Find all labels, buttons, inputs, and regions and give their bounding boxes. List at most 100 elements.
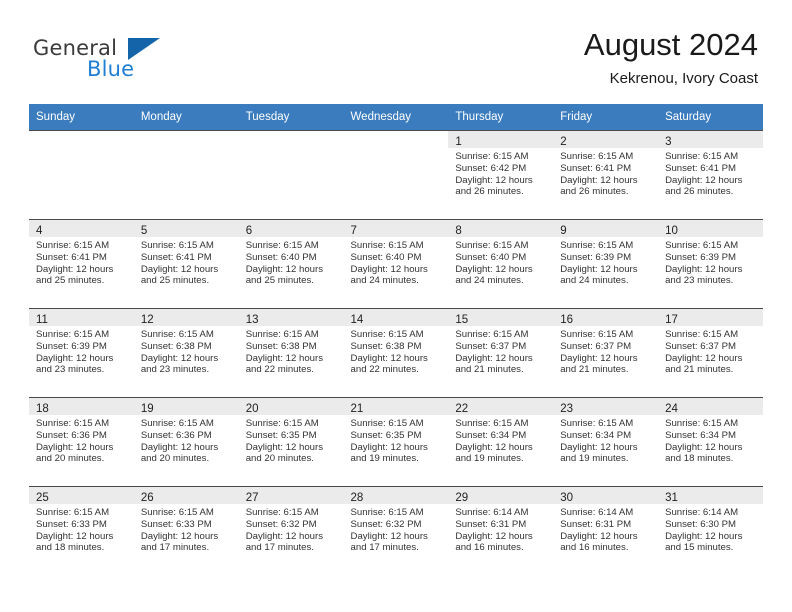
calendar-cell: 27 Sunrise: 6:15 AM Sunset: 6:32 PM Dayligh… xyxy=(238,486,344,575)
sunrise-text: Sunrise: 6:15 AM xyxy=(560,329,634,340)
calendar-day-4[interactable]: 4 Sunrise: 6:15 AM Sunset: 6:41 PM Daylight… xyxy=(29,219,134,308)
sunset-text: Sunset: 6:39 PM xyxy=(560,251,632,263)
day-details: Sunrise: 6:15 AM Sunset: 6:35 PM Daylight:… xyxy=(239,415,344,465)
calendar-day-7[interactable]: 7 Sunrise: 6:15 AM Sunset: 6:40 PM Daylight… xyxy=(343,219,449,308)
calendar-day-11[interactable]: 11 Sunrise: 6:15 AM Sunset: 6:39 PM Dayligh… xyxy=(29,308,134,397)
calendar-day-31[interactable]: 31 Sunrise: 6:14 AM Sunset: 6:30 PM Dayligh… xyxy=(658,486,763,575)
calendar-day-25[interactable]: 25 Sunrise: 6:15 AM Sunset: 6:33 PM Dayligh… xyxy=(29,486,134,575)
sunset-text: Sunset: 6:35 PM xyxy=(245,429,317,441)
daylight-text-line2: and 25 minutes. xyxy=(245,275,314,287)
day-number-bar: 2 xyxy=(553,131,659,148)
day-number: 10 xyxy=(665,225,678,237)
calendar-cell: 23 Sunrise: 6:15 AM Sunset: 6:34 PM Dayligh… xyxy=(553,397,659,486)
daylight-text-line2: and 19 minutes. xyxy=(455,453,524,465)
day-number-bar: 26 xyxy=(133,487,239,504)
sunrise-text: Sunrise: 6:15 AM xyxy=(36,240,110,251)
daylight-text-line2: and 21 minutes. xyxy=(560,364,629,376)
calendar-cell: 4 Sunrise: 6:15 AM Sunset: 6:41 PM Daylight… xyxy=(29,219,134,308)
calendar-day-20[interactable]: 20 Sunrise: 6:15 AM Sunset: 6:35 PM Dayligh… xyxy=(238,397,344,486)
day-details: Sunrise: 6:15 AM Sunset: 6:37 PM Daylight:… xyxy=(553,326,658,376)
calendar-day-3[interactable]: 3 Sunrise: 6:15 AM Sunset: 6:41 PM Daylight… xyxy=(658,130,763,219)
daylight-text-line1: Daylight: 12 hours xyxy=(665,441,743,453)
sunset-text: Sunset: 6:38 PM xyxy=(350,340,422,352)
sunset-text: Sunset: 6:42 PM xyxy=(455,162,527,174)
calendar-day-29[interactable]: 29 Sunrise: 6:14 AM Sunset: 6:31 PM Dayligh… xyxy=(448,486,554,575)
daylight-text-line1: Daylight: 12 hours xyxy=(140,352,219,364)
calendar-day-16[interactable]: 16 Sunrise: 6:15 AM Sunset: 6:37 PM Dayligh… xyxy=(553,308,659,397)
calendar-page: General Blue August 2024 Kekrenou, Ivory… xyxy=(0,0,792,612)
calendar-day-24[interactable]: 24 Sunrise: 6:15 AM Sunset: 6:34 PM Dayligh… xyxy=(658,397,763,486)
calendar-day-17[interactable]: 17 Sunrise: 6:15 AM Sunset: 6:37 PM Dayligh… xyxy=(658,308,763,397)
sunrise-text: Sunrise: 6:15 AM xyxy=(350,507,424,518)
sunrise-text: Sunrise: 6:15 AM xyxy=(245,507,319,518)
weekday-header-sunday: Sunday xyxy=(29,104,134,130)
day-details: Sunrise: 6:14 AM Sunset: 6:30 PM Daylight:… xyxy=(658,504,763,554)
day-number: 7 xyxy=(350,225,357,237)
page-title: August 2024 xyxy=(583,27,758,62)
calendar-day-23[interactable]: 23 Sunrise: 6:15 AM Sunset: 6:34 PM Dayligh… xyxy=(553,397,659,486)
sunrise-text: Sunrise: 6:14 AM xyxy=(560,507,634,518)
calendar-day-28[interactable]: 28 Sunrise: 6:15 AM Sunset: 6:32 PM Dayligh… xyxy=(343,486,449,575)
calendar-day-1[interactable]: 1 Sunrise: 6:15 AM Sunset: 6:42 PM Daylight… xyxy=(448,130,554,219)
page-header: General Blue August 2024 Kekrenou, Ivory… xyxy=(0,0,792,98)
calendar-day-13[interactable]: 13 Sunrise: 6:15 AM Sunset: 6:38 PM Dayligh… xyxy=(238,308,344,397)
calendar-cell: 17 Sunrise: 6:15 AM Sunset: 6:37 PM Dayligh… xyxy=(658,308,763,397)
day-details: Sunrise: 6:15 AM Sunset: 6:37 PM Daylight:… xyxy=(658,326,763,376)
calendar-day-8[interactable]: 8 Sunrise: 6:15 AM Sunset: 6:40 PM Daylight… xyxy=(448,219,554,308)
day-number: 23 xyxy=(560,403,574,415)
sunrise-text: Sunrise: 6:14 AM xyxy=(455,507,529,518)
calendar-day-30[interactable]: 30 Sunrise: 6:14 AM Sunset: 6:31 PM Dayligh… xyxy=(553,486,659,575)
calendar-week-row: 11 Sunrise: 6:15 AM Sunset: 6:39 PM Dayligh… xyxy=(29,308,763,397)
day-details: Sunrise: 6:15 AM Sunset: 6:36 PM Daylight:… xyxy=(29,415,134,465)
daylight-text-line2: and 20 minutes. xyxy=(140,453,210,465)
sunrise-text: Sunrise: 6:15 AM xyxy=(560,418,634,429)
day-number: 6 xyxy=(245,225,253,237)
day-number-bar: 21 xyxy=(343,398,449,415)
generalblue-logo[interactable]: General Blue xyxy=(33,36,213,88)
calendar-cell: 12 Sunrise: 6:15 AM Sunset: 6:38 PM Dayligh… xyxy=(133,308,239,397)
calendar-day-5[interactable]: 5 Sunrise: 6:15 AM Sunset: 6:41 PM Daylight… xyxy=(133,219,239,308)
weekday-header-tuesday: Tuesday xyxy=(238,104,344,130)
sunrise-text: Sunrise: 6:15 AM xyxy=(560,240,634,251)
day-details: Sunrise: 6:15 AM Sunset: 6:41 PM Daylight:… xyxy=(658,148,763,198)
calendar-day-2[interactable]: 2 Sunrise: 6:15 AM Sunset: 6:41 PM Daylight… xyxy=(553,130,659,219)
calendar-day-26[interactable]: 26 Sunrise: 6:15 AM Sunset: 6:33 PM Dayligh… xyxy=(133,486,239,575)
day-number-bar: 29 xyxy=(448,487,554,504)
sunrise-text: Sunrise: 6:15 AM xyxy=(140,329,214,340)
day-number: 16 xyxy=(560,314,574,326)
calendar-day-14[interactable]: 14 Sunrise: 6:15 AM Sunset: 6:38 PM Dayligh… xyxy=(343,308,449,397)
sunrise-text: Sunrise: 6:15 AM xyxy=(36,418,110,429)
calendar-day-19[interactable]: 19 Sunrise: 6:15 AM Sunset: 6:36 PM Dayligh… xyxy=(133,397,239,486)
day-details: Sunrise: 6:15 AM Sunset: 6:32 PM Daylight:… xyxy=(344,504,449,554)
sunset-text: Sunset: 6:40 PM xyxy=(350,251,422,263)
day-number-bar: 17 xyxy=(658,309,763,326)
calendar-day-12[interactable]: 12 Sunrise: 6:15 AM Sunset: 6:38 PM Dayligh… xyxy=(133,308,239,397)
calendar-day-27[interactable]: 27 Sunrise: 6:15 AM Sunset: 6:32 PM Dayligh… xyxy=(238,486,344,575)
calendar-day-18[interactable]: 18 Sunrise: 6:15 AM Sunset: 6:36 PM Dayligh… xyxy=(29,397,134,486)
day-number: 11 xyxy=(36,314,48,326)
day-details: Sunrise: 6:15 AM Sunset: 6:32 PM Daylight:… xyxy=(239,504,344,554)
sunset-text: Sunset: 6:34 PM xyxy=(560,429,632,441)
sunset-text: Sunset: 6:37 PM xyxy=(455,340,527,352)
calendar-cell: 1 Sunrise: 6:15 AM Sunset: 6:42 PM Daylight… xyxy=(448,130,554,219)
day-details: Sunrise: 6:15 AM Sunset: 6:41 PM Daylight:… xyxy=(553,148,658,198)
day-number-bar xyxy=(239,131,344,148)
daylight-text-line1: Daylight: 12 hours xyxy=(455,530,533,542)
daylight-text-line2: and 26 minutes. xyxy=(665,186,734,198)
calendar-day-10[interactable]: 10 Sunrise: 6:15 AM Sunset: 6:39 PM Dayligh… xyxy=(658,219,763,308)
day-number-bar: 23 xyxy=(553,398,659,415)
day-number: 24 xyxy=(665,403,678,415)
daylight-text-line1: Daylight: 12 hours xyxy=(350,352,428,364)
calendar-day-empty xyxy=(133,130,239,219)
sunset-text: Sunset: 6:32 PM xyxy=(245,518,317,530)
day-details: Sunrise: 6:14 AM Sunset: 6:31 PM Daylight:… xyxy=(553,504,658,554)
calendar-day-21[interactable]: 21 Sunrise: 6:15 AM Sunset: 6:35 PM Dayligh… xyxy=(343,397,449,486)
calendar-day-9[interactable]: 9 Sunrise: 6:15 AM Sunset: 6:39 PM Daylight… xyxy=(553,219,659,308)
day-number-bar: 5 xyxy=(133,220,239,237)
sunset-text: Sunset: 6:38 PM xyxy=(245,340,317,352)
calendar-day-22[interactable]: 22 Sunrise: 6:15 AM Sunset: 6:34 PM Dayligh… xyxy=(448,397,554,486)
calendar-day-15[interactable]: 15 Sunrise: 6:15 AM Sunset: 6:37 PM Dayligh… xyxy=(448,308,554,397)
day-details: Sunrise: 6:15 AM Sunset: 6:33 PM Daylight:… xyxy=(134,504,239,554)
day-number: 15 xyxy=(455,314,469,326)
calendar-day-6[interactable]: 6 Sunrise: 6:15 AM Sunset: 6:40 PM Daylight… xyxy=(238,219,344,308)
